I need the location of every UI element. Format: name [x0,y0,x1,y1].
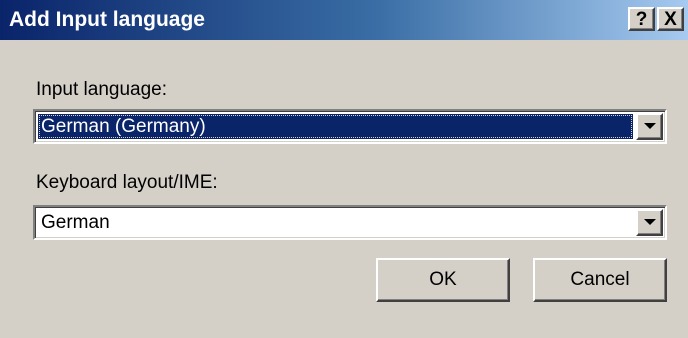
close-icon: X [664,8,677,30]
help-button[interactable]: ? [628,7,655,31]
input-language-select[interactable]: German (Germany) [33,109,667,144]
help-icon: ? [635,8,648,30]
chevron-down-icon [644,123,656,129]
add-input-language-dialog: Add Input language ? X Input language: G… [0,0,688,338]
keyboard-layout-select[interactable]: German [33,205,667,240]
window-title: Add Input language [9,8,205,31]
input-language-label: Input language: [36,79,168,100]
close-button[interactable]: X [657,7,684,31]
keyboard-layout-value: German [41,212,110,233]
title-bar[interactable]: Add Input language ? X [0,0,688,40]
input-language-value: German (Germany) [38,114,633,139]
input-language-dropdown-button[interactable] [636,113,663,140]
keyboard-layout-label: Keyboard layout/IME: [36,172,218,193]
chevron-down-icon [644,219,656,225]
cancel-button[interactable]: Cancel [533,258,667,302]
keyboard-layout-dropdown-button[interactable] [636,209,663,236]
ok-button[interactable]: OK [376,258,510,302]
